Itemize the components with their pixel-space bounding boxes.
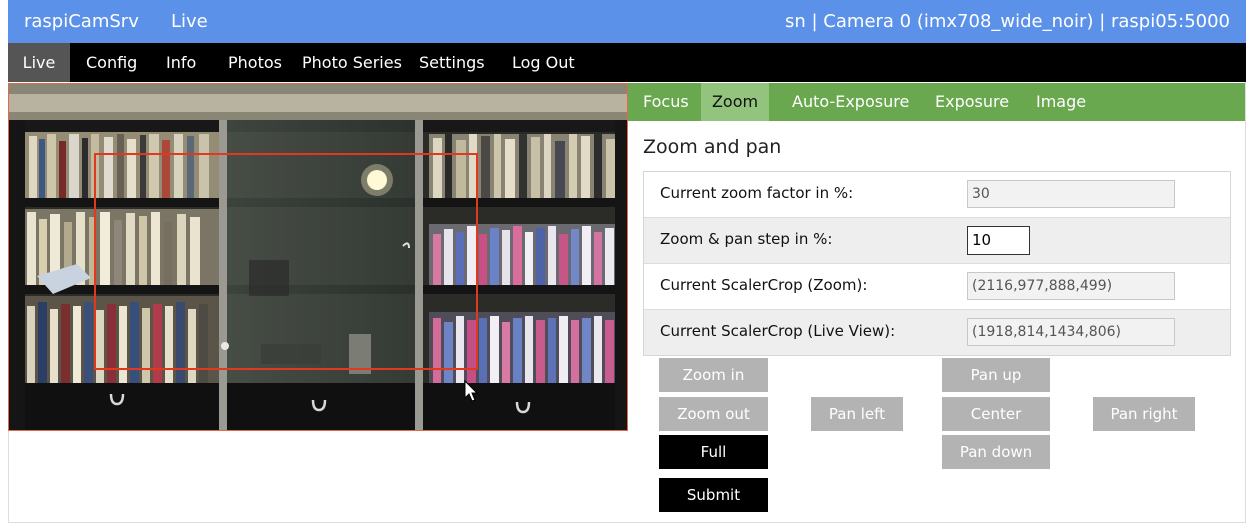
zoom-properties-table: Current zoom factor in %: 30 Zoom & pan … bbox=[643, 171, 1231, 356]
content-border-left bbox=[8, 431, 9, 523]
scaler-crop-zoom-field: (2116,977,888,499) bbox=[967, 272, 1175, 300]
property-row: Zoom & pan step in %: 10 bbox=[644, 218, 1230, 264]
tab-focus[interactable]: Focus bbox=[643, 83, 689, 121]
property-row: Current zoom factor in %: 30 bbox=[644, 172, 1230, 218]
nav-log-out[interactable]: Log Out bbox=[512, 43, 575, 82]
pan-down-button[interactable]: Pan down bbox=[942, 435, 1050, 469]
live-view-image bbox=[9, 84, 627, 430]
step-input[interactable]: 10 bbox=[967, 226, 1030, 255]
tab-image[interactable]: Image bbox=[1036, 83, 1086, 121]
step-label: Zoom & pan step in %: bbox=[660, 230, 833, 248]
nav-settings[interactable]: Settings bbox=[419, 43, 485, 82]
section-title: Zoom and pan bbox=[643, 136, 782, 158]
nav-photos[interactable]: Photos bbox=[228, 43, 282, 82]
scaler-crop-live-field: (1918,814,1434,806) bbox=[967, 318, 1175, 346]
content-border-right bbox=[1245, 82, 1246, 523]
center-button[interactable]: Center bbox=[942, 397, 1050, 431]
zoom-in-button[interactable]: Zoom in bbox=[659, 358, 768, 392]
control-panel: Focus Zoom Auto-Exposure Exposure Image … bbox=[628, 83, 1246, 523]
scaler-crop-zoom-label: Current ScalerCrop (Zoom): bbox=[660, 276, 868, 294]
nav-config[interactable]: Config bbox=[86, 43, 137, 82]
zoom-factor-label: Current zoom factor in %: bbox=[660, 184, 854, 202]
scaler-crop-live-label: Current ScalerCrop (Live View): bbox=[660, 322, 896, 340]
nav-live[interactable]: Live bbox=[8, 43, 70, 82]
top-bar: raspiCamSrv Live sn | Camera 0 (imx708_w… bbox=[8, 0, 1246, 43]
property-row: Current ScalerCrop (Zoom): (2116,977,888… bbox=[644, 264, 1230, 310]
main-nav: Live Config Info Photos Photo Series Set… bbox=[8, 43, 1246, 82]
zoom-out-button[interactable]: Zoom out bbox=[659, 397, 768, 431]
content-border-bottom bbox=[8, 522, 1246, 523]
tab-auto-exposure[interactable]: Auto-Exposure bbox=[792, 83, 909, 121]
nav-info[interactable]: Info bbox=[166, 43, 196, 82]
pan-up-button[interactable]: Pan up bbox=[942, 358, 1050, 392]
nav-photo-series[interactable]: Photo Series bbox=[302, 43, 402, 82]
pan-right-button[interactable]: Pan right bbox=[1093, 397, 1195, 431]
property-row: Current ScalerCrop (Live View): (1918,81… bbox=[644, 310, 1230, 355]
tab-exposure[interactable]: Exposure bbox=[935, 83, 1009, 121]
zoom-factor-field: 30 bbox=[967, 180, 1175, 208]
app-frame: raspiCamSrv Live sn | Camera 0 (imx708_w… bbox=[8, 0, 1246, 523]
panel-tabs: Focus Zoom Auto-Exposure Exposure Image bbox=[628, 83, 1246, 121]
live-view[interactable] bbox=[8, 83, 628, 431]
page-title: Live bbox=[171, 11, 208, 32]
tab-zoom[interactable]: Zoom bbox=[701, 83, 769, 121]
submit-button[interactable]: Submit bbox=[659, 478, 768, 512]
app-title[interactable]: raspiCamSrv bbox=[24, 11, 139, 32]
full-button[interactable]: Full bbox=[659, 435, 768, 469]
camera-status: sn | Camera 0 (imx708_wide_noir) | raspi… bbox=[785, 11, 1230, 32]
pan-left-button[interactable]: Pan left bbox=[811, 397, 903, 431]
